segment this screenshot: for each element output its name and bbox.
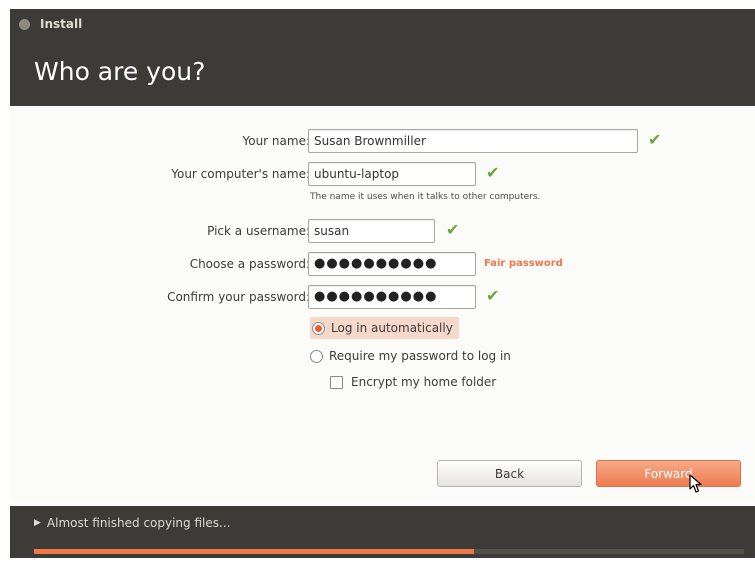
encrypt-home-label: Encrypt my home folder xyxy=(351,375,497,389)
back-button[interactable]: Back xyxy=(437,460,582,487)
progress-bar xyxy=(34,549,744,554)
window-title: Install xyxy=(40,17,83,31)
forward-button[interactable]: Forward xyxy=(596,460,741,487)
mouse-cursor-icon xyxy=(689,474,702,493)
page-header: Who are you? xyxy=(10,39,755,106)
name-label: Your name: xyxy=(242,134,310,148)
checkmark-icon: ✔ xyxy=(486,163,500,182)
username-field[interactable]: susan xyxy=(308,219,435,243)
encrypt-home-option[interactable]: Encrypt my home folder xyxy=(330,371,496,393)
confirm-password-field[interactable]: ●●●●●●●●●● xyxy=(308,285,476,309)
password-strength: Fair password xyxy=(484,258,563,269)
close-icon[interactable] xyxy=(19,18,30,30)
progress-details-expander[interactable]: ▶ Almost finished copying files... xyxy=(34,506,230,540)
computer-row: Your computer's name: ubuntu-laptop ✔ xyxy=(10,162,755,188)
checkmark-icon: ✔ xyxy=(486,286,500,305)
require-password-option[interactable]: Require my password to log in xyxy=(310,345,511,367)
require-password-label: Require my password to log in xyxy=(329,349,511,363)
confirm-row: Confirm your password: ●●●●●●●●●● ✔ xyxy=(10,285,755,311)
computer-name-hint: The name it uses when it talks to other … xyxy=(310,192,541,202)
password-field[interactable]: ●●●●●●●●●● xyxy=(308,252,476,276)
expander-arrow-icon[interactable]: ▶ xyxy=(34,518,41,528)
password-label: Choose a password: xyxy=(189,257,310,271)
checkmark-icon: ✔ xyxy=(446,220,460,239)
checkmark-icon: ✔ xyxy=(648,130,662,149)
name-row: Your name: Susan Brownmiller ✔ xyxy=(10,129,755,155)
form-area: Your name: Susan Brownmiller ✔ Your comp… xyxy=(10,106,755,502)
password-row: Choose a password: ●●●●●●●●●● Fair passw… xyxy=(10,252,755,278)
login-automatically-label: Log in automatically xyxy=(331,321,453,335)
status-footer: ▶ Almost finished copying files... xyxy=(10,506,755,558)
title-bar: Install xyxy=(10,9,755,39)
page-title: Who are you? xyxy=(34,57,206,86)
radio-selected-icon[interactable] xyxy=(312,321,325,335)
username-row: Pick a username: susan ✔ xyxy=(10,219,755,245)
name-field[interactable]: Susan Brownmiller xyxy=(308,129,638,153)
username-label: Pick a username: xyxy=(207,224,310,238)
status-text: Almost finished copying files... xyxy=(46,516,231,530)
computer-label: Your computer's name: xyxy=(171,167,310,181)
login-automatically-option[interactable]: Log in automatically xyxy=(310,317,459,339)
computer-name-field[interactable]: ubuntu-laptop xyxy=(308,162,476,186)
checkbox-icon[interactable] xyxy=(330,375,343,389)
confirm-label: Confirm your password: xyxy=(167,290,310,304)
radio-unselected-icon[interactable] xyxy=(310,349,323,363)
progress-bar-fill xyxy=(34,549,475,554)
